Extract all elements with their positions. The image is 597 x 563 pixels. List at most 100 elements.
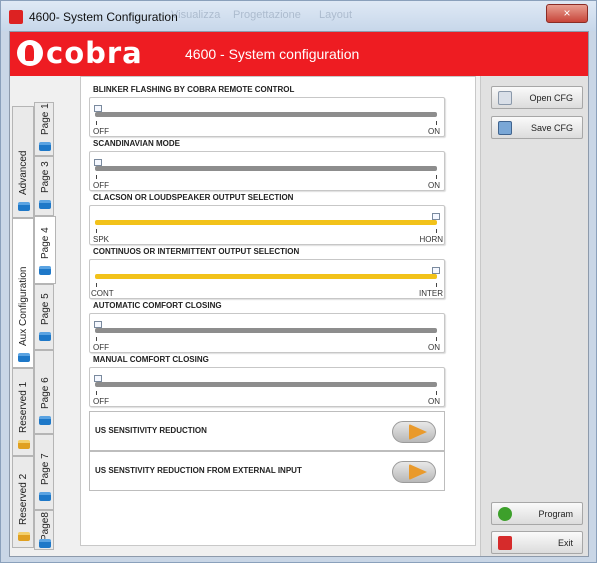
save-cfg-button[interactable]: Save CFG xyxy=(491,116,583,139)
slider-tick xyxy=(96,229,97,233)
slider-min-label: CONT xyxy=(91,289,114,298)
tab-advanced[interactable]: Advanced xyxy=(12,106,34,218)
slider-max-label: ON xyxy=(428,127,440,136)
save-icon xyxy=(498,121,512,135)
header-title: 4600 - System configuration xyxy=(185,46,360,62)
brand-logo-text: cobra xyxy=(46,36,143,70)
folder-icon xyxy=(498,91,512,105)
ghost-title-2: Progettazione xyxy=(233,9,301,21)
setting-title: BLINKER FLASHING BY COBRA REMOTE CONTROL xyxy=(93,85,295,94)
app-window: 4600- System Configuration Visualizza Pr… xyxy=(0,0,597,563)
briefcase-icon xyxy=(39,492,51,501)
tab-page-7-label: Page 7 xyxy=(40,453,51,485)
slider[interactable]: OFF ON xyxy=(89,151,445,191)
cobra-logo-icon xyxy=(17,40,43,66)
slider-tick xyxy=(96,175,97,179)
toggle-row-us-sensitivity: US SENSITIVITY REDUCTION xyxy=(89,411,445,451)
briefcase-icon xyxy=(39,266,51,275)
slider-tick xyxy=(96,337,97,341)
slider-min-label: SPK xyxy=(93,235,110,244)
slider-track xyxy=(95,112,437,117)
slider-track xyxy=(95,274,437,279)
slider-max-label: HORN xyxy=(419,235,443,244)
tab-page-4[interactable]: Page 4 xyxy=(34,216,56,284)
tab-reserved-2-label: Reserved 2 xyxy=(18,473,29,525)
window-title: 4600- System Configuration xyxy=(29,10,178,24)
close-button[interactable]: × xyxy=(546,4,588,23)
tab-page-3-label: Page 3 xyxy=(40,161,51,193)
tab-aux-configuration[interactable]: Aux Configuration xyxy=(12,218,34,368)
slider-tick xyxy=(436,283,437,287)
open-cfg-label: Open CFG xyxy=(529,93,573,103)
toggle-label: US SENSITIVITY REDUCTION xyxy=(95,426,207,435)
lock-icon xyxy=(18,532,30,541)
program-button[interactable]: Program xyxy=(491,502,583,525)
slider-max-label: ON xyxy=(428,397,440,406)
slider-tick xyxy=(436,229,437,233)
tab-page-1[interactable]: Page 1 xyxy=(34,102,54,156)
title-bar: 4600- System Configuration Visualizza Pr… xyxy=(1,1,596,31)
brand-header: cobra 4600 - System configuration xyxy=(10,32,588,76)
tab-page-7[interactable]: Page 7 xyxy=(34,434,54,510)
briefcase-icon xyxy=(39,539,51,548)
slider-min-label: OFF xyxy=(93,397,109,406)
slider-max-label: ON xyxy=(428,343,440,352)
toggle-label: US SENSTIVITY REDUCTION FROM EXTERNAL IN… xyxy=(95,466,302,475)
slider-min-label: OFF xyxy=(93,181,109,190)
slider-thumb[interactable] xyxy=(94,321,102,328)
tab-page-6[interactable]: Page 6 xyxy=(34,350,54,434)
slider[interactable]: OFF ON xyxy=(89,313,445,353)
program-label: Program xyxy=(538,509,573,519)
tab-page-3[interactable]: Page 3 xyxy=(34,156,54,216)
tab-reserved-1-label: Reserved 1 xyxy=(18,381,29,433)
setting-title: AUTOMATIC COMFORT CLOSING xyxy=(93,301,222,310)
close-icon xyxy=(498,536,512,550)
actions-panel: Open CFG Save CFG Program Exit xyxy=(480,76,588,556)
tab-reserved-1[interactable]: Reserved 1 xyxy=(12,368,34,456)
slider-tick xyxy=(436,121,437,125)
slider-track xyxy=(95,382,437,387)
toggle-arrow-icon xyxy=(409,424,427,440)
tab-page-8[interactable]: Page8 xyxy=(34,510,54,550)
briefcase-icon xyxy=(18,353,30,362)
exit-label: Exit xyxy=(557,538,573,548)
app-icon xyxy=(9,10,23,24)
ghost-title-3: Layout xyxy=(319,9,353,21)
toggle-row-us-sensitivity-external: US SENSTIVITY REDUCTION FROM EXTERNAL IN… xyxy=(89,451,445,491)
tab-page-5[interactable]: Page 5 xyxy=(34,284,54,350)
slider-tick xyxy=(96,121,97,125)
slider-thumb[interactable] xyxy=(94,375,102,382)
us-sensitivity-external-toggle[interactable] xyxy=(392,461,436,483)
tab-reserved-2[interactable]: Reserved 2 xyxy=(12,456,34,548)
slider-tick xyxy=(436,391,437,395)
us-sensitivity-toggle[interactable] xyxy=(392,421,436,443)
slider[interactable]: OFF ON xyxy=(89,97,445,137)
slider-track xyxy=(95,166,437,171)
tab-aux-configuration-label: Aux Configuration xyxy=(18,266,29,347)
exit-button[interactable]: Exit xyxy=(491,531,583,554)
slider-thumb[interactable] xyxy=(432,213,440,220)
slider-thumb[interactable] xyxy=(432,267,440,274)
slider-tick xyxy=(436,175,437,179)
slider-max-label: ON xyxy=(428,181,440,190)
open-cfg-button[interactable]: Open CFG xyxy=(491,86,583,109)
slider-max-label: INTER xyxy=(419,289,443,298)
slider-tick xyxy=(96,391,97,395)
briefcase-icon xyxy=(39,200,51,209)
settings-panel: BLINKER FLASHING BY COBRA REMOTE CONTROL… xyxy=(80,76,476,546)
tab-advanced-label: Advanced xyxy=(18,150,29,195)
slider-thumb[interactable] xyxy=(94,159,102,166)
briefcase-icon xyxy=(39,142,51,151)
briefcase-icon xyxy=(39,416,51,425)
tab-page-8-label: Page8 xyxy=(40,512,51,541)
slider-min-label: OFF xyxy=(93,127,109,136)
tab-page-4-label: Page 4 xyxy=(40,227,51,259)
tab-page-5-label: Page 5 xyxy=(40,293,51,325)
setting-title: MANUAL COMFORT CLOSING xyxy=(93,355,209,364)
slider-tick xyxy=(436,337,437,341)
slider-thumb[interactable] xyxy=(94,105,102,112)
toggle-arrow-icon xyxy=(409,464,427,480)
slider[interactable]: SPK HORN xyxy=(89,205,445,245)
slider[interactable]: CONT INTER xyxy=(89,259,445,299)
slider[interactable]: OFF ON xyxy=(89,367,445,407)
